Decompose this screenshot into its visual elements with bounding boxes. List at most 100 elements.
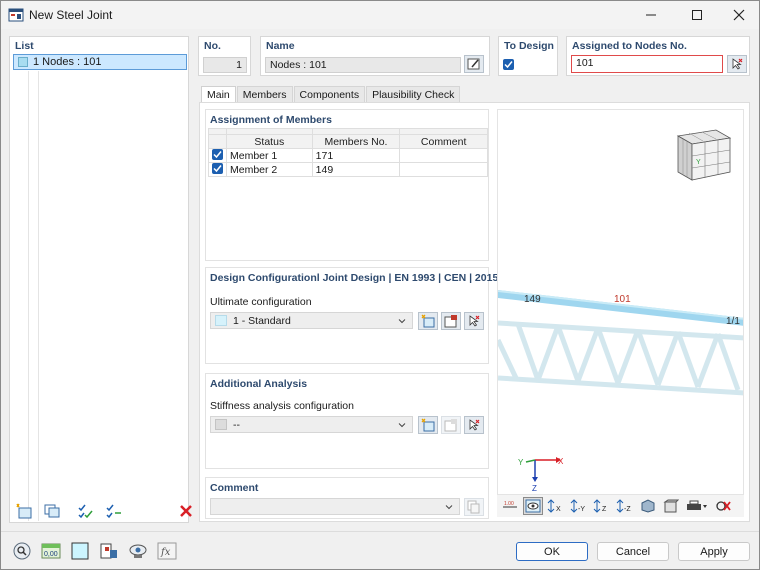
close-button[interactable] bbox=[717, 1, 760, 29]
formula-icon: fx bbox=[157, 542, 177, 560]
edit-pencil-icon bbox=[467, 58, 480, 70]
list-item-label: 1 Nodes : 101 bbox=[33, 56, 102, 68]
copy-item-icon bbox=[44, 504, 60, 518]
dimension-icon: 1.00 bbox=[503, 501, 517, 508]
delete-button[interactable] bbox=[175, 501, 197, 521]
check-all-icon bbox=[78, 504, 93, 519]
table-row[interactable]: Member 1 171 bbox=[208, 148, 488, 163]
select-config-button[interactable] bbox=[464, 312, 484, 330]
members-no-cell[interactable]: 149 bbox=[311, 162, 401, 177]
name-field[interactable]: Nodes : 101 bbox=[265, 57, 461, 73]
truss-graphic bbox=[498, 320, 743, 396]
list-item[interactable]: 1 Nodes : 101 bbox=[13, 54, 187, 70]
delete-icon bbox=[180, 505, 192, 517]
copy-item-button[interactable] bbox=[41, 501, 63, 521]
tab-members[interactable]: Members bbox=[236, 86, 293, 103]
view-minus-z-icon: -Z bbox=[616, 499, 631, 513]
edit-stiffness-config-button[interactable] bbox=[441, 416, 461, 434]
svg-text:Z: Z bbox=[602, 506, 607, 513]
footer-divider bbox=[1, 531, 759, 532]
ok-button[interactable]: OK bbox=[516, 542, 588, 561]
comment-cell[interactable] bbox=[399, 148, 488, 163]
tab-main[interactable]: Main bbox=[201, 86, 236, 103]
structure-graphic: 149 101 1/1 Y X Y Z bbox=[498, 129, 743, 493]
member-checkbox[interactable] bbox=[212, 163, 223, 174]
axis-y-label: Y bbox=[518, 458, 524, 467]
apply-button[interactable]: Apply bbox=[678, 542, 750, 561]
edit-name-button[interactable] bbox=[464, 55, 484, 73]
view-z-button[interactable]: Z bbox=[592, 497, 612, 515]
status-cell: Member 2 bbox=[226, 162, 313, 177]
comment-select[interactable] bbox=[210, 498, 460, 515]
checkmark-icon bbox=[213, 151, 222, 159]
svg-text:X: X bbox=[556, 506, 561, 513]
reset-view-button[interactable] bbox=[713, 497, 733, 515]
tab-components[interactable]: Components bbox=[293, 86, 366, 103]
formula-button[interactable]: fx bbox=[156, 541, 178, 561]
design-config-section: Design Configurationl Joint Design | EN … bbox=[205, 267, 513, 364]
select-stiffness-config-button[interactable] bbox=[464, 416, 484, 434]
stiffness-config-label: Stiffness analysis configuration bbox=[210, 400, 354, 412]
assignment-title: Assignment of Members bbox=[210, 114, 332, 126]
units-icon: 0,00 bbox=[41, 543, 61, 559]
add-item-button[interactable] bbox=[13, 501, 35, 521]
column-header-check bbox=[208, 134, 227, 149]
status-cell: Member 1 bbox=[226, 148, 313, 163]
name-label: Name bbox=[266, 40, 295, 52]
view-button[interactable] bbox=[127, 541, 149, 561]
uncheck-button[interactable] bbox=[103, 501, 125, 521]
comment-section: Comment bbox=[205, 477, 489, 519]
maximize-button[interactable] bbox=[675, 1, 719, 29]
tab-plausibility-check[interactable]: Plausibility Check bbox=[366, 86, 461, 103]
table-row[interactable]: Member 2 149 bbox=[208, 162, 488, 177]
to-design-checkbox[interactable] bbox=[503, 59, 514, 70]
stiffness-color-swatch bbox=[215, 419, 227, 430]
3d-viewport[interactable]: 149 101 1/1 Y X Y Z bbox=[497, 109, 744, 495]
stiffness-config-select[interactable]: -- bbox=[210, 416, 413, 433]
units-button[interactable]: 0,00 bbox=[40, 541, 62, 561]
cancel-button[interactable]: Cancel bbox=[597, 542, 669, 561]
comment-copy-button[interactable] bbox=[464, 498, 484, 516]
search-icon bbox=[13, 542, 31, 560]
chevron-down-icon bbox=[398, 423, 406, 428]
dialog-window: New Steel Joint List 1 Nodes : 101 No. 1… bbox=[0, 0, 760, 570]
coordinate-axes-icon: X Y Z bbox=[518, 457, 564, 493]
list-panel: List 1 Nodes : 101 bbox=[9, 36, 189, 523]
title-bar: New Steel Joint bbox=[1, 1, 759, 29]
box-view-button[interactable] bbox=[661, 497, 681, 515]
ultimate-config-select[interactable]: 1 - Standard bbox=[210, 312, 413, 329]
member-checkbox[interactable] bbox=[212, 149, 223, 160]
view-minus-y-button[interactable]: -Y bbox=[569, 497, 589, 515]
new-stiffness-config-button[interactable] bbox=[418, 416, 438, 434]
to-design-label: To Design bbox=[504, 40, 554, 52]
assigned-nodes-input[interactable]: 101 bbox=[571, 55, 723, 73]
print-button[interactable] bbox=[684, 497, 710, 515]
show-values-button[interactable]: 1.00 bbox=[500, 497, 520, 515]
add-item-icon bbox=[16, 503, 32, 519]
edit-config-button[interactable] bbox=[441, 312, 461, 330]
members-no-cell[interactable]: 171 bbox=[311, 148, 401, 163]
minimize-button[interactable] bbox=[629, 1, 673, 29]
stiffness-config-value: -- bbox=[233, 418, 240, 431]
view-minus-z-button[interactable]: -Z bbox=[615, 497, 635, 515]
comment-cell[interactable] bbox=[399, 162, 488, 177]
navigation-cube-icon[interactable]: Y bbox=[676, 129, 732, 181]
check-all-button[interactable] bbox=[75, 501, 97, 521]
search-button[interactable] bbox=[11, 541, 33, 561]
info-button[interactable] bbox=[98, 541, 120, 561]
view-x-button[interactable]: X bbox=[546, 497, 566, 515]
select-nodes-button[interactable] bbox=[727, 55, 747, 73]
select-config-icon bbox=[469, 419, 480, 431]
column-header-status: Status bbox=[226, 134, 313, 149]
view-z-icon: Z bbox=[593, 499, 607, 513]
color-button[interactable] bbox=[69, 541, 91, 561]
render-view-button[interactable] bbox=[523, 497, 543, 515]
list-header: List bbox=[15, 40, 34, 52]
chevron-down-icon bbox=[398, 319, 406, 324]
new-config-button[interactable] bbox=[418, 312, 438, 330]
number-field: 1 bbox=[203, 57, 247, 73]
box-view-icon bbox=[663, 499, 679, 513]
steel-joint-app-icon bbox=[8, 8, 24, 22]
iso-view-button[interactable] bbox=[638, 497, 658, 515]
config-color-swatch bbox=[215, 315, 227, 326]
